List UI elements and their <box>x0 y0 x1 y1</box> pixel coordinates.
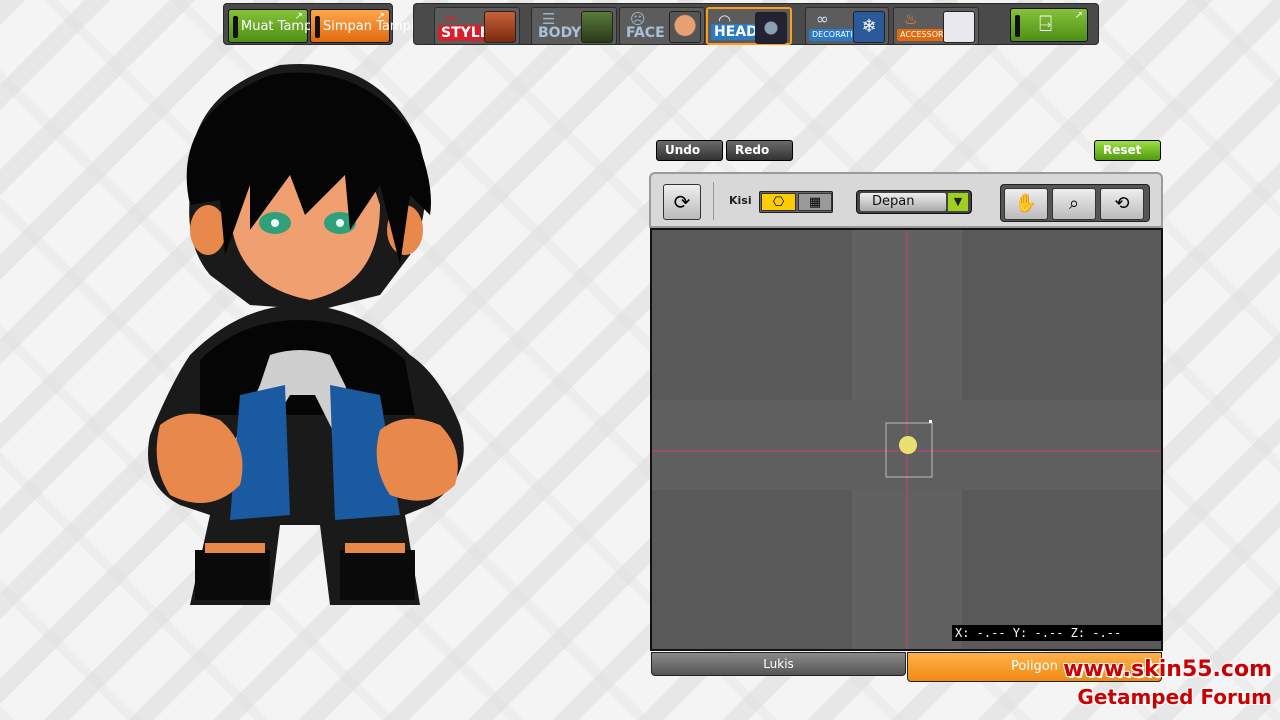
toolbar-divider <box>713 182 714 220</box>
character-preview[interactable] <box>130 55 490 615</box>
category-head-button[interactable]: ◠ HEAD <box>706 7 792 45</box>
reset-button[interactable]: Reset <box>1094 140 1161 161</box>
grid-label: Kisi <box>729 194 752 207</box>
tab-poligon-label: Poligon <box>1011 659 1058 674</box>
undo-label: Undo <box>665 143 701 157</box>
tab-lukis-label: Lukis <box>763 657 794 671</box>
save-appearance-button[interactable]: Simpan Tampilan ↗ <box>310 9 434 43</box>
character-left-shoe <box>195 550 270 600</box>
accessory-thumbnail <box>943 11 975 43</box>
reset-label: Reset <box>1103 143 1142 157</box>
category-body-label: BODY <box>538 25 582 41</box>
camera-rotate-icon[interactable]: ⟲ <box>1100 188 1144 220</box>
undo-button[interactable]: Undo <box>656 140 723 161</box>
body-thumbnail <box>581 11 613 43</box>
watermark-forum: Getamped Forum <box>1077 685 1272 709</box>
view-tools-group: ✋ ⌕ ⟲ <box>1000 184 1150 222</box>
chevron-down-icon: ▼ <box>948 193 968 211</box>
exit-button[interactable]: ⍈ ↗ <box>1010 8 1088 42</box>
head-thumbnail <box>755 12 787 44</box>
redo-label: Redo <box>735 143 770 157</box>
indicator-lamp <box>315 16 320 38</box>
pan-hand-icon[interactable]: ✋ <box>1004 188 1048 220</box>
redo-button[interactable]: Redo <box>726 140 793 161</box>
category-accessory-button[interactable]: ♨ ACCESSORY <box>893 7 979 45</box>
view-select[interactable]: Depan ▼ <box>856 190 972 214</box>
model-preview-blob <box>899 436 917 454</box>
rotate-reset-icon[interactable]: ⟳ <box>663 184 701 220</box>
style-thumbnail <box>484 11 516 43</box>
tab-lukis[interactable]: Lukis <box>651 652 906 676</box>
character-right-shoe <box>340 550 415 600</box>
watermark-site: www.skin55.com <box>1063 657 1272 682</box>
category-head-label: HEAD <box>711 24 761 40</box>
appearance-file-bar: Muat Tampilan ↗ Simpan Tampilan ↗ <box>223 3 434 45</box>
expand-arrow-icon: ↗ <box>376 11 385 22</box>
snowflake-icon: ❄ <box>853 11 885 43</box>
expand-arrow-icon: ↗ <box>1074 10 1083 21</box>
edit-viewport[interactable] <box>650 228 1163 651</box>
category-decoration-button[interactable]: ∞ DECORATION ❄ <box>805 7 889 45</box>
grid-toggle: ⎔ ▦ <box>759 191 833 213</box>
indicator-lamp <box>233 16 238 38</box>
watermark: www.skin55.com Getamped Forum <box>1063 656 1272 710</box>
zoom-icon[interactable]: ⌕ <box>1052 188 1096 220</box>
category-style-button[interactable]: ✂ STYLE <box>434 7 520 45</box>
square-grid-icon[interactable]: ▦ <box>798 193 832 211</box>
viewport-grid <box>652 230 1161 649</box>
face-thumbnail <box>669 11 701 43</box>
exit-door-icon: ⍈ <box>1039 12 1053 37</box>
character-left-ankle <box>205 543 265 553</box>
hex-grid-icon[interactable]: ⎔ <box>761 193 796 211</box>
coordinate-readout: X: -.-- Y: -.-- Z: -.-- <box>952 625 1162 641</box>
flame-icon: ♨ <box>904 10 918 28</box>
selection-handle[interactable] <box>929 420 932 423</box>
indicator-lamp <box>1015 15 1020 37</box>
character-right-ankle <box>345 543 405 553</box>
category-body-button[interactable]: ☰ BODY <box>531 7 617 45</box>
category-face-button[interactable]: ☹ FACE <box>619 7 705 45</box>
category-face-label: FACE <box>626 25 665 41</box>
expand-arrow-icon: ↗ <box>294 11 303 22</box>
view-select-value: Depan <box>860 193 946 211</box>
category-toolbar: ✂ STYLE ☰ BODY ☹ FACE ◠ HEAD ∞ DECORATIO… <box>413 3 1099 45</box>
right-eye-highlight <box>336 219 344 227</box>
load-appearance-button[interactable]: Muat Tampilan ↗ <box>228 9 336 43</box>
glasses-icon: ∞ <box>816 10 829 28</box>
left-eye-highlight <box>271 219 279 227</box>
character-left-ear <box>190 205 226 255</box>
